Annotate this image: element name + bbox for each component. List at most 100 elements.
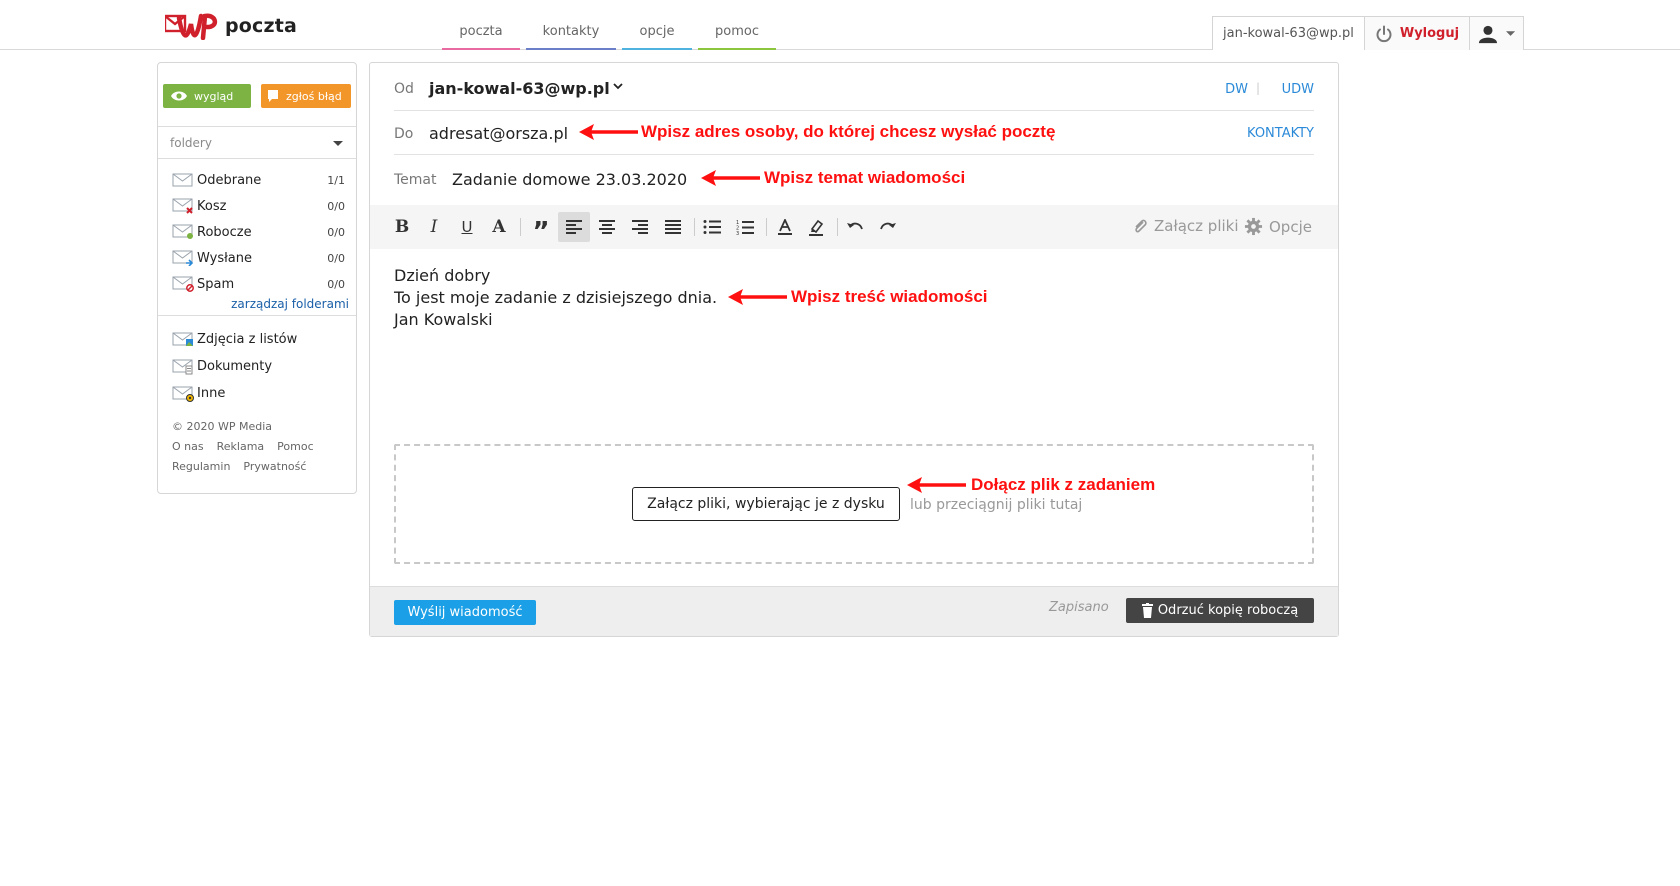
annotation-body: Wpisz treść wiadomości [791,287,988,306]
folder-name: Inne [197,386,226,401]
align-justify-icon [665,220,681,234]
annotation-attach: Dołącz plik z zadaniem [971,475,1156,494]
folder-spam[interactable]: Spam 0/0 [158,271,356,297]
attach-files-button[interactable]: Załącz pliki, wybierając je z dysku [632,487,900,521]
align-right-icon [632,220,648,234]
annotation-subject: Wpisz temat wiadomości [764,168,966,187]
inbox-icon [172,173,193,187]
folder-zdjecia[interactable]: Zdjęcia z listów [158,326,356,353]
redo-icon [880,222,896,230]
highlight-button[interactable] [800,212,832,242]
folder-dokumenty[interactable]: Dokumenty [158,353,356,380]
folder-name: Kosz [197,198,227,214]
nav-kontakty[interactable]: kontakty [526,0,616,50]
caret-down-icon [333,141,343,146]
sidebar-footer: © 2020 WP Media O nas Reklama Pomoc Regula… [158,407,356,477]
folder-name: Dokumenty [197,359,273,374]
folder-list: Odebrane 1/1 Kosz 0/0 Robocze 0/0 Wysłan… [158,159,356,315]
bold-icon: B [394,217,410,237]
folders-dropdown[interactable]: foldery [158,127,356,159]
attachment-drop-zone[interactable]: Załącz pliki, wybierając je z dysku lub … [394,444,1314,564]
options-button[interactable]: Opcje [1244,217,1312,236]
account-menu-button[interactable] [1470,17,1523,50]
paperclip-icon [1135,219,1147,233]
folder-inne[interactable]: Inne [158,380,356,407]
font-size-button[interactable]: A [483,212,515,242]
align-center-button[interactable] [591,212,623,242]
drafts-icon [172,224,193,239]
message-body-editor[interactable]: Dzień dobry To jest moje zadanie z dzisi… [394,265,717,331]
nav-poczta[interactable]: poczta [442,0,520,50]
editor-toolbar: B I U A ” 123 Załącz pliki Opcje [370,205,1338,249]
footer-link-pomoc[interactable]: Pomoc [277,440,313,453]
user-email: jan-kowal-63@wp.pl [1213,17,1365,50]
discard-draft-button[interactable]: Odrzuć kopię roboczą [1126,598,1314,623]
folder-name: Wysłane [197,250,252,266]
bcc-link[interactable]: UDW [1282,82,1314,97]
chevron-down-icon [1506,30,1516,36]
underline-button[interactable]: U [451,212,483,242]
align-right-button[interactable] [624,212,656,242]
look-button[interactable]: wygląd [163,84,251,108]
redo-button[interactable] [872,212,904,242]
report-bug-label: zgłoś błąd [286,89,342,103]
smart-folder-list: Zdjęcia z listów Dokumenty Inne [158,316,356,407]
logo-text: poczta [225,15,298,37]
toolbar-attach-button[interactable]: Załącz pliki [1132,217,1239,235]
drop-hint: lub przeciągnij pliki tutaj [910,497,1083,513]
arrow-attach-annotation [907,477,966,493]
align-left-button[interactable] [558,212,590,242]
other-icon [172,386,194,402]
align-center-icon [599,220,615,234]
undo-button[interactable] [839,212,871,242]
quote-icon: ” [532,217,550,247]
cc-link[interactable]: DW [1225,82,1248,97]
folder-robocze[interactable]: Robocze 0/0 [158,219,356,245]
text-color-button[interactable] [769,212,801,242]
folder-kosz[interactable]: Kosz 0/0 [158,193,356,219]
body-line: To jest moje zadanie z dzisiejszego dnia… [394,288,718,307]
align-justify-button[interactable] [657,212,689,242]
footer-link-regulamin[interactable]: Regulamin [172,460,230,473]
nav-opcje[interactable]: opcje [622,0,692,50]
folder-odebrane[interactable]: Odebrane 1/1 [158,167,356,193]
footer-link-reklama[interactable]: Reklama [217,440,265,453]
avatar-icon [1478,25,1498,43]
manage-folders-link[interactable]: zarządzaj folderami [158,297,356,315]
to-label: Do [394,126,414,142]
toolbar-divider [520,218,521,236]
footer-link-prywatnosc[interactable]: Prywatność [243,460,306,473]
from-row: Od jan-kowal-63@wp.pl DW | UDW [394,63,1314,111]
highlighter-icon [809,219,824,236]
report-bug-button[interactable]: zgłoś błąd [261,84,351,108]
logout-button[interactable]: Wyloguj [1365,17,1471,50]
nav-pomoc[interactable]: pomoc [698,0,776,50]
trash-icon [1141,603,1153,618]
toolbar-divider [766,218,767,236]
quote-button[interactable]: ” [525,212,557,247]
contacts-link[interactable]: KONTAKTY [1247,126,1314,141]
folder-wyslane[interactable]: Wysłane 0/0 [158,245,356,271]
folder-count: 1/1 [327,173,345,187]
subject-label: Temat [394,172,437,188]
compose-footer: Wyślij wiadomość Zapisano Odrzuć kopię r… [370,586,1338,636]
undo-icon [847,222,863,230]
spam-icon [172,276,194,292]
footer-link-onas[interactable]: O nas [172,440,204,453]
bold-button[interactable]: B [386,212,418,242]
to-input[interactable]: adresat@orsza.pl [429,124,568,143]
subject-input[interactable]: Zadanie domowe 23.03.2020 [452,170,687,189]
annotation-to: Wpisz adres osoby, do której chcesz wysł… [641,122,1056,141]
eye-icon [171,91,187,101]
copyright: © 2020 WP Media [172,420,273,433]
send-button[interactable]: Wyślij wiadomość [394,600,536,625]
bullet-list-button[interactable] [696,212,728,242]
italic-button[interactable]: I [418,212,450,242]
from-select[interactable]: jan-kowal-63@wp.pl [429,79,623,98]
from-label: Od [394,81,414,97]
link-divider: | [1255,81,1260,95]
underline-icon: U [461,218,473,236]
numbered-list-button[interactable]: 123 [729,212,761,242]
gear-icon [1244,217,1263,236]
wp-poczta-logo[interactable]: poczta [165,12,297,40]
